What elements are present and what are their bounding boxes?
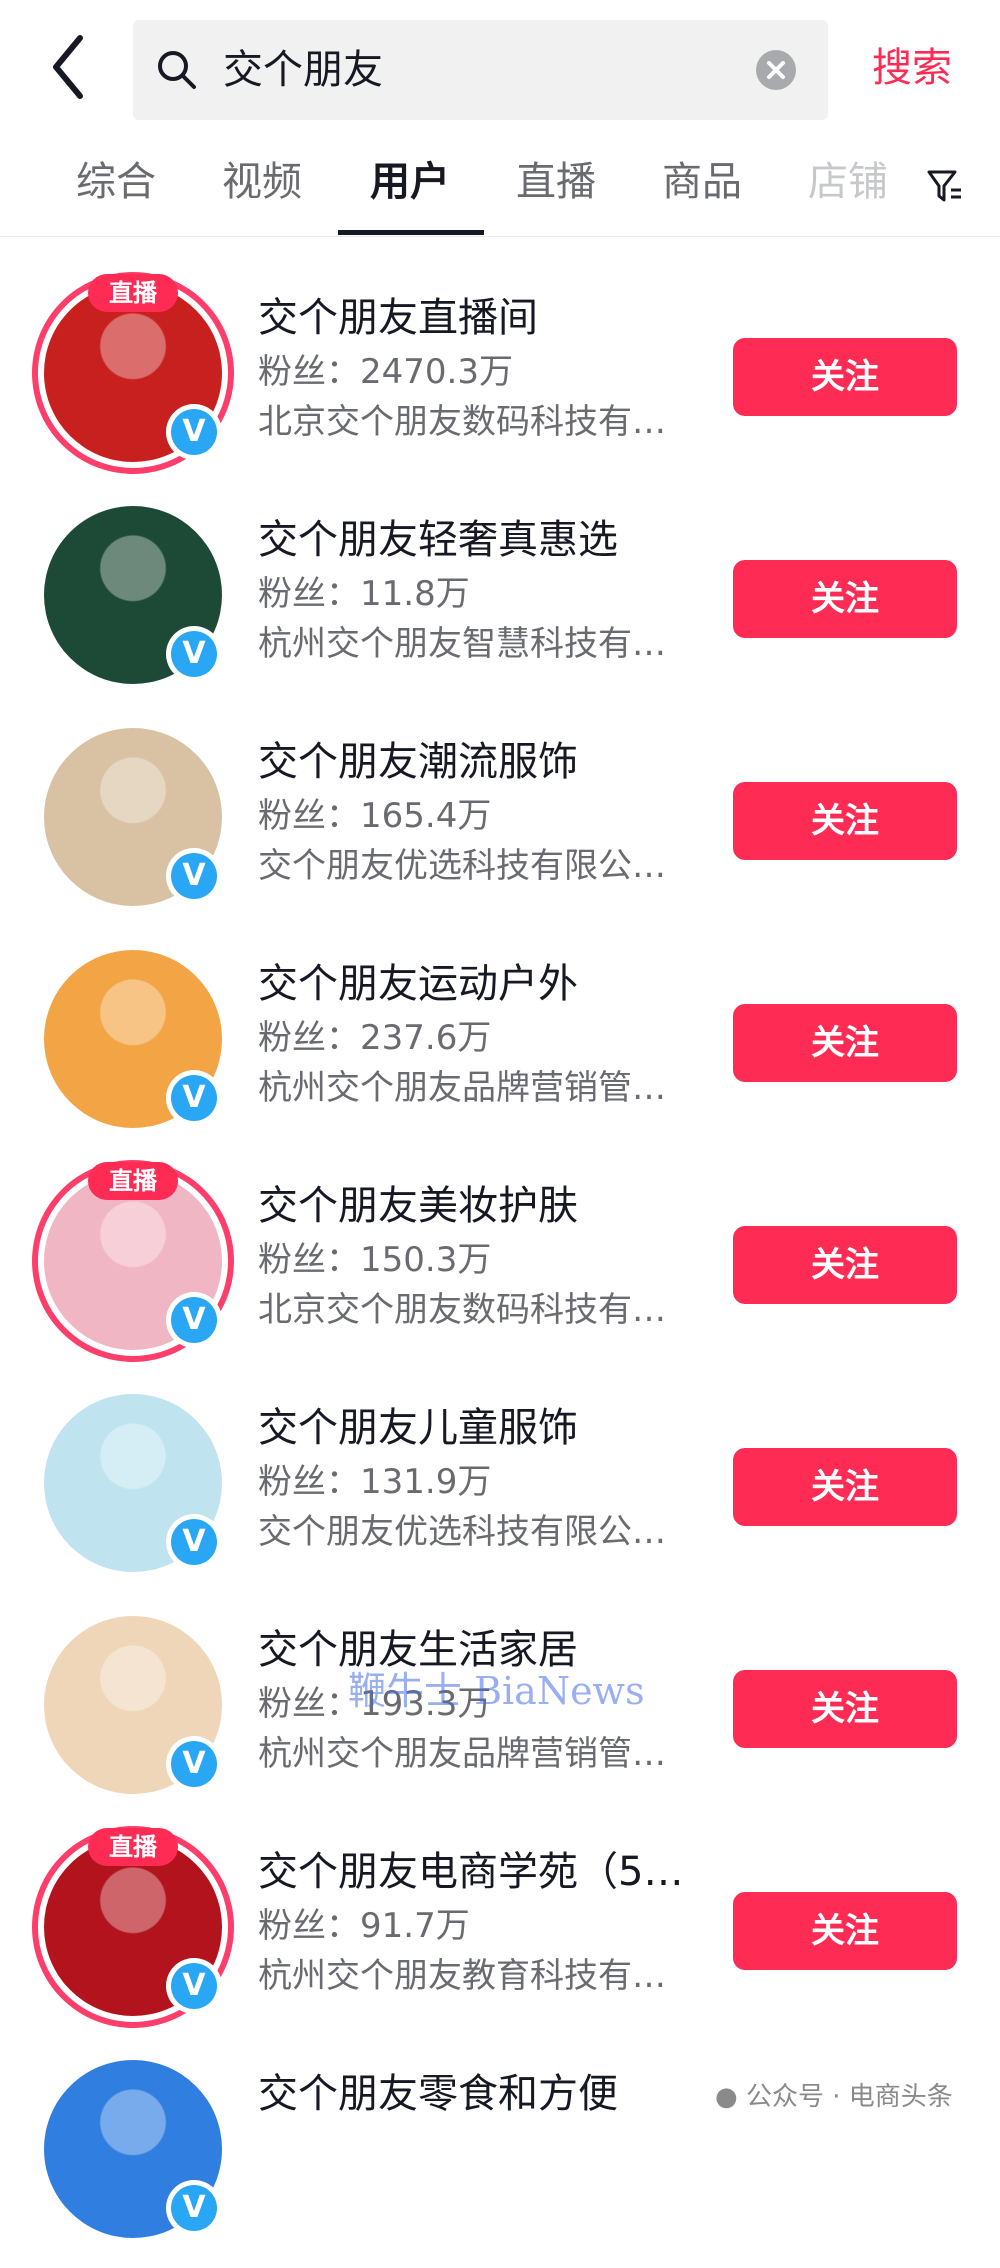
company-name: 杭州交个朋友品牌营销管… [258, 1068, 666, 1108]
company-name: 杭州交个朋友智慧科技有… [258, 624, 666, 664]
verified-icon: V [166, 1958, 222, 2014]
back-chevron-icon[interactable] [48, 32, 108, 112]
follower-count: 粉丝：150.3万 [258, 1240, 492, 1280]
tab-shops[interactable]: 店铺 [808, 152, 888, 212]
verified-icon: V [166, 1736, 222, 1792]
tab-general[interactable]: 综合 [76, 152, 156, 212]
company-name: 交个朋友优选科技有限公… [258, 846, 666, 886]
clear-icon[interactable] [756, 50, 796, 90]
company-name: 杭州交个朋友教育科技有… [258, 1956, 666, 1996]
verified-icon: V [166, 848, 222, 904]
list-item[interactable]: V 交个朋友轻奢真惠选粉丝：11.8万杭州交个朋友智慧科技有… 关注 [0, 492, 1000, 714]
follow-button[interactable]: 关注 [733, 1004, 957, 1082]
search-tabs: 综合 视频 用户 直播 商品 店铺 [0, 140, 1000, 237]
follower-count: 粉丝：91.7万 [258, 1906, 470, 1946]
account-name[interactable]: 交个朋友潮流服饰 [258, 736, 578, 788]
search-button[interactable]: 搜索 [872, 42, 952, 94]
search-icon [155, 48, 199, 96]
verified-icon-letter: V [171, 1297, 217, 1343]
active-tab-indicator [338, 230, 484, 235]
live-badge: 直播 [88, 274, 178, 312]
account-name[interactable]: 交个朋友电商学苑（5… [258, 1846, 683, 1898]
search-input[interactable]: 交个朋友 [223, 44, 383, 96]
account-name[interactable]: 交个朋友美妆护肤 [258, 1180, 578, 1232]
list-item[interactable]: V 交个朋友儿童服饰粉丝：131.9万交个朋友优选科技有限公… 关注 [0, 1380, 1000, 1602]
account-name[interactable]: 交个朋友轻奢真惠选 [258, 514, 618, 566]
account-name[interactable]: 交个朋友运动户外 [258, 958, 578, 1010]
account-name[interactable]: 交个朋友儿童服饰 [258, 1402, 578, 1454]
company-name: 北京交个朋友数码科技有… [258, 1290, 666, 1330]
verified-icon: V [166, 1514, 222, 1570]
top-bar: 交个朋友 搜索 [0, 0, 1000, 135]
tab-users[interactable]: 用户 [370, 152, 450, 212]
tab-products[interactable]: 商品 [662, 152, 742, 212]
filter-icon[interactable] [925, 166, 965, 206]
tab-video[interactable]: 视频 [222, 152, 302, 212]
list-item[interactable]: V 交个朋友潮流服饰粉丝：165.4万交个朋友优选科技有限公… 关注 [0, 714, 1000, 936]
live-badge: 直播 [88, 1828, 178, 1866]
follow-button[interactable]: 关注 [733, 560, 957, 638]
verified-icon-letter: V [171, 2185, 217, 2231]
list-item[interactable]: V 交个朋友运动户外粉丝：237.6万杭州交个朋友品牌营销管… 关注 [0, 936, 1000, 1158]
verified-icon-letter: V [171, 631, 217, 677]
follower-count: 粉丝：11.8万 [258, 574, 470, 614]
verified-icon-letter: V [171, 853, 217, 899]
list-item[interactable]: 直播 V 交个朋友美妆护肤粉丝：150.3万北京交个朋友数码科技有… 关注 [0, 1158, 1000, 1380]
verified-icon-letter: V [171, 1741, 217, 1787]
company-name: 杭州交个朋友品牌营销管… [258, 1734, 666, 1774]
verified-icon-letter: V [171, 409, 217, 455]
live-badge: 直播 [88, 1162, 178, 1200]
follow-button[interactable]: 关注 [733, 1892, 957, 1970]
list-item[interactable]: 直播 V 交个朋友直播间粉丝：2470.3万北京交个朋友数码科技有… 关注 [0, 270, 1000, 492]
follower-count: 粉丝：2470.3万 [258, 352, 513, 392]
footer-watermark-text: 公众号 · 电商头条 [745, 2082, 953, 2112]
verified-icon: V [166, 1070, 222, 1126]
search-box[interactable]: 交个朋友 [133, 20, 828, 120]
company-name: 交个朋友优选科技有限公… [258, 1512, 666, 1552]
verified-icon: V [166, 1292, 222, 1348]
follower-count: 粉丝：165.4万 [258, 796, 492, 836]
follow-button[interactable]: 关注 [733, 1448, 957, 1526]
tab-live[interactable]: 直播 [516, 152, 596, 212]
wechat-icon: ● [715, 2082, 738, 2112]
verified-icon: V [166, 404, 222, 460]
follower-count: 粉丝：237.6万 [258, 1018, 492, 1058]
company-name: 北京交个朋友数码科技有… [258, 402, 666, 442]
account-name[interactable]: 交个朋友直播间 [258, 292, 538, 344]
follower-count: 粉丝：131.9万 [258, 1462, 492, 1502]
follow-button[interactable]: 关注 [733, 1226, 957, 1304]
follow-button[interactable]: 关注 [733, 338, 957, 416]
verified-icon-letter: V [171, 1963, 217, 2009]
verified-icon-letter: V [171, 1519, 217, 1565]
footer-watermark: ● 公众号 · 电商头条 [715, 2076, 953, 2113]
verified-icon: V [166, 626, 222, 682]
account-name[interactable]: 交个朋友零食和方便 [258, 2068, 618, 2120]
follow-button[interactable]: 关注 [733, 782, 957, 860]
verified-icon: V [166, 2180, 222, 2236]
list-item[interactable]: 直播 V 交个朋友电商学苑（5… 粉丝：91.7万杭州交个朋友教育科技有… 关注 [0, 1824, 1000, 2046]
verified-icon-letter: V [171, 1075, 217, 1121]
watermark: 鞭牛士 BiaNews [348, 1669, 645, 1713]
follow-button[interactable]: 关注 [733, 1670, 957, 1748]
